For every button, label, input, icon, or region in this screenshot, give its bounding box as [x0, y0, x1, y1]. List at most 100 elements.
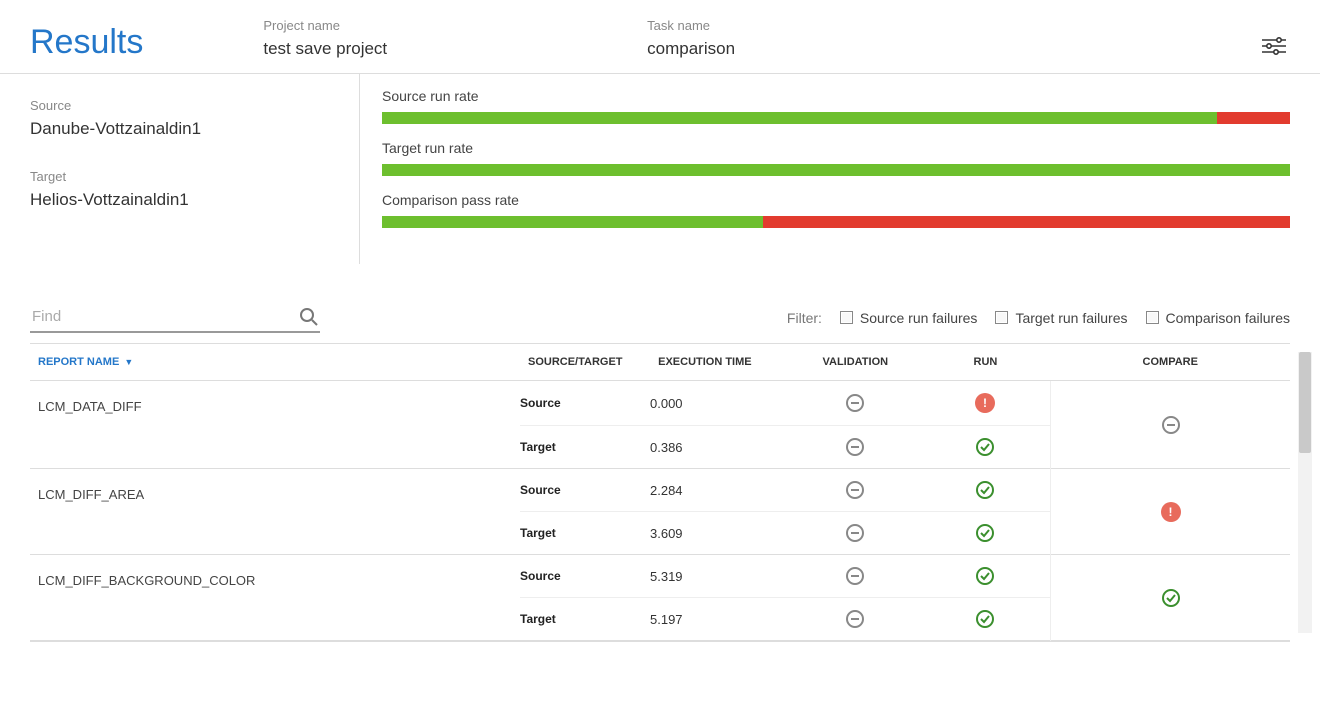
filter-checkbox-label: Comparison failures [1166, 310, 1291, 326]
compare-cell: ! [1051, 469, 1291, 555]
status-ok-icon [1162, 589, 1180, 607]
inner-row-source: Source2.284 [520, 469, 1050, 511]
filter-label: Filter: [787, 310, 822, 326]
task-meta: Task name comparison [647, 18, 735, 59]
col-source-target[interactable]: Source/Target [520, 344, 650, 381]
rate-bar [382, 216, 1290, 228]
project-name-value: test save project [263, 39, 387, 59]
filter-controls: Filter: Source run failures Target run fa… [787, 310, 1290, 326]
status-neutral-icon [846, 438, 864, 456]
filter-checkbox[interactable]: Comparison failures [1146, 310, 1291, 326]
find-field[interactable] [30, 302, 320, 333]
rate-bar [382, 164, 1290, 176]
execution-time-value: 5.319 [650, 569, 790, 584]
run-cell [920, 481, 1050, 499]
status-ok-icon [976, 567, 994, 585]
status-neutral-icon [846, 610, 864, 628]
results-table-wrap: Report Name ▼ Source/Target Execution Ti… [30, 343, 1290, 642]
col-execution-time[interactable]: Execution Time [650, 344, 790, 381]
rate-label: Comparison pass rate [382, 192, 1290, 208]
source-target-label: Source [520, 483, 650, 497]
status-ok-icon [976, 524, 994, 542]
status-ok-icon [976, 438, 994, 456]
checkbox-icon [1146, 311, 1159, 324]
rate-label: Target run rate [382, 140, 1290, 156]
col-report-name[interactable]: Report Name ▼ [30, 344, 520, 381]
settings-icon[interactable] [1258, 33, 1290, 59]
rate-bar [382, 112, 1290, 124]
inner-row-target: Target5.197 [520, 597, 1050, 640]
rate-row: Target run rate [382, 140, 1290, 176]
source-label: Source [30, 98, 359, 113]
status-neutral-icon [846, 394, 864, 412]
filter-checkbox[interactable]: Target run failures [995, 310, 1127, 326]
task-name-value: comparison [647, 39, 735, 59]
execution-time-value: 5.197 [650, 612, 790, 627]
search-icon[interactable] [298, 306, 320, 328]
header: Results Project name test save project T… [0, 0, 1320, 74]
validation-cell [790, 610, 920, 628]
compare-cell [1051, 555, 1291, 641]
find-input[interactable] [30, 302, 298, 331]
inner-row-source: Source0.000! [520, 381, 1050, 425]
report-name-cell: LCM_DATA_DIFF [30, 381, 520, 469]
col-report-name-label: Report Name [38, 356, 119, 368]
source-target-label: Target [520, 526, 650, 540]
source-target-panel: Source Danube-Vottzainaldin1 Target Heli… [30, 74, 360, 264]
results-table: Report Name ▼ Source/Target Execution Ti… [30, 344, 1290, 641]
sort-desc-icon: ▼ [124, 357, 133, 367]
execution-time-value: 2.284 [650, 483, 790, 498]
run-cell [920, 567, 1050, 585]
rate-bar-fail [1217, 112, 1290, 124]
target-value: Helios-Vottzainaldin1 [30, 190, 359, 210]
target-block: Target Helios-Vottzainaldin1 [30, 169, 359, 210]
col-validation[interactable]: Validation [790, 344, 920, 381]
col-run[interactable]: Run [920, 344, 1050, 381]
status-neutral-icon [846, 481, 864, 499]
rates-panel: Source run rate Target run rate Comparison… [360, 74, 1290, 264]
filter-checkbox[interactable]: Source run failures [840, 310, 978, 326]
run-cell [920, 524, 1050, 542]
execution-time-value: 0.386 [650, 440, 790, 455]
source-target-cell: Source0.000!Target0.386 [520, 381, 1051, 469]
status-fail-icon: ! [1161, 502, 1181, 522]
execution-time-value: 0.000 [650, 396, 790, 411]
table-row[interactable]: LCM_DATA_DIFFSource0.000!Target0.386 [30, 381, 1290, 469]
col-compare[interactable]: Compare [1051, 344, 1291, 381]
rate-bar-fail [763, 216, 1290, 228]
table-row[interactable]: LCM_DIFF_BACKGROUND_COLORSource5.319Targ… [30, 555, 1290, 641]
scrollbar-thumb[interactable] [1299, 352, 1311, 453]
inner-row-target: Target3.609 [520, 511, 1050, 554]
controls-row: Filter: Source run failures Target run fa… [0, 264, 1320, 343]
project-name-label: Project name [263, 18, 387, 33]
validation-cell [790, 394, 920, 412]
rate-row: Source run rate [382, 88, 1290, 124]
status-neutral-icon [846, 524, 864, 542]
project-meta: Project name test save project [263, 18, 387, 59]
task-name-label: Task name [647, 18, 735, 33]
summary-panel: Source Danube-Vottzainaldin1 Target Heli… [0, 74, 1320, 264]
vertical-scrollbar[interactable] [1298, 352, 1312, 633]
source-block: Source Danube-Vottzainaldin1 [30, 98, 359, 139]
run-cell: ! [920, 393, 1050, 413]
page-title: Results [30, 25, 143, 59]
status-neutral-icon [846, 567, 864, 585]
inner-row-source: Source5.319 [520, 555, 1050, 597]
target-label: Target [30, 169, 359, 184]
validation-cell [790, 524, 920, 542]
filter-checkbox-label: Target run failures [1015, 310, 1127, 326]
validation-cell [790, 481, 920, 499]
rate-row: Comparison pass rate [382, 192, 1290, 228]
rate-bar-pass [382, 164, 1290, 176]
run-cell [920, 610, 1050, 628]
compare-cell [1051, 381, 1291, 469]
status-ok-icon [976, 481, 994, 499]
rate-bar-pass [382, 112, 1217, 124]
checkbox-icon [840, 311, 853, 324]
inner-row-target: Target0.386 [520, 425, 1050, 468]
table-row[interactable]: LCM_DIFF_AREASource2.284Target3.609! [30, 469, 1290, 555]
report-name-cell: LCM_DIFF_AREA [30, 469, 520, 555]
source-target-label: Target [520, 612, 650, 626]
source-target-cell: Source5.319Target5.197 [520, 555, 1051, 641]
filter-checkbox-label: Source run failures [860, 310, 978, 326]
